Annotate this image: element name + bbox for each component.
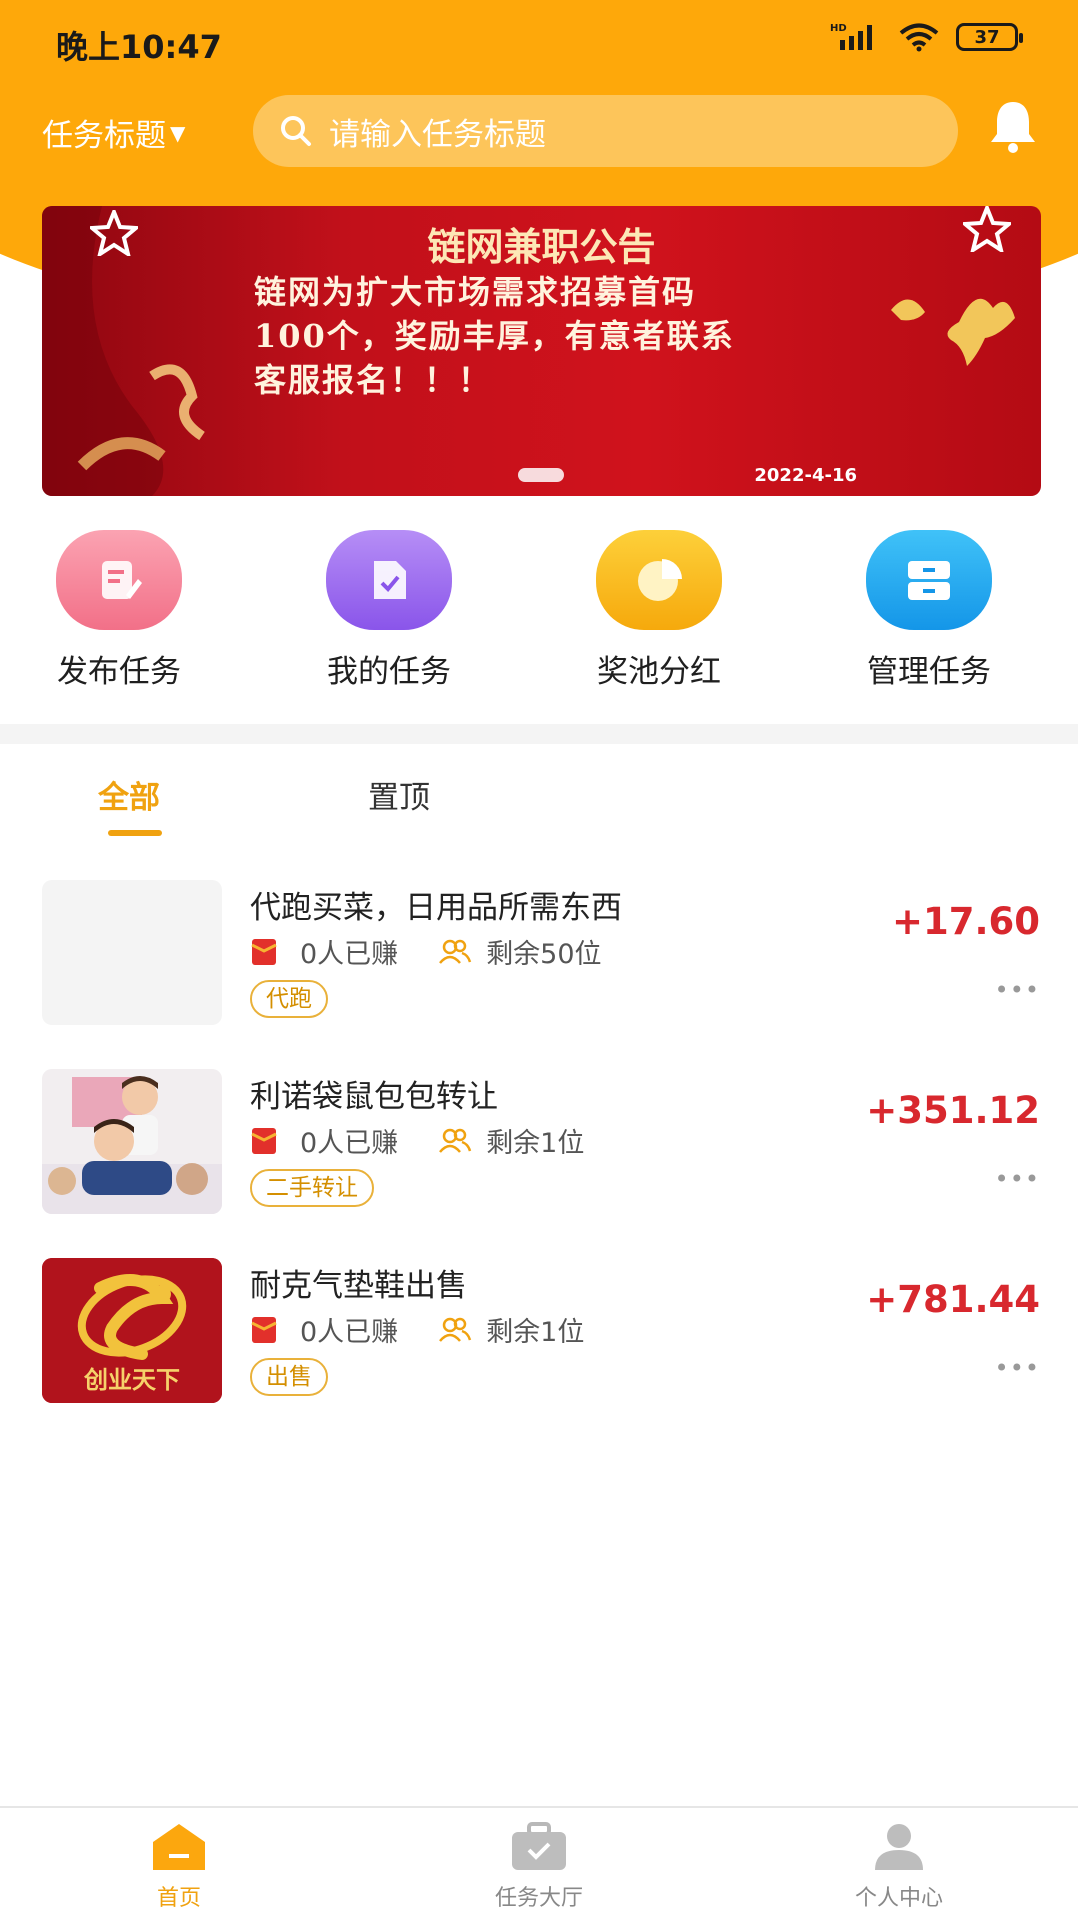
task-thumbnail [42, 1069, 222, 1214]
home-screen: 晚上10:47 HD 37 任务标题 ▼ 请输入任务标题 链网兼职公告 链网为扩… [0, 0, 1078, 1918]
bell-icon[interactable] [988, 98, 1038, 154]
task-thumbnail [42, 880, 222, 1025]
home-icon [153, 1824, 205, 1870]
caret-down-icon: ▼ [170, 120, 186, 145]
users-icon [439, 1317, 472, 1342]
more-options-icon[interactable]: ••• [995, 976, 1040, 1004]
banner-line: 链网为扩大市场需求招募首码 [254, 273, 697, 311]
more-options-icon[interactable]: ••• [995, 1354, 1040, 1382]
nav-label: 个人中心 [854, 1886, 943, 1911]
action-label: 发布任务 [57, 654, 181, 690]
task-meta: 0人已赚 剩余1位 [250, 1121, 584, 1160]
red-envelope-icon [251, 1127, 277, 1154]
nav-label: 首页 [156, 1886, 201, 1911]
earned-count: 0人已赚 [300, 1317, 399, 1348]
briefcase-icon [512, 1822, 566, 1870]
task-reward: +781.44 [866, 1278, 1040, 1321]
wifi-icon [899, 23, 939, 52]
remaining-slots: 剩余50位 [486, 939, 602, 970]
battery-icon: 37 [956, 23, 1023, 51]
tab-pinned[interactable]: 置顶 [368, 772, 430, 817]
remaining-slots: 剩余1位 [486, 1317, 585, 1348]
prize-pool-button[interactable]: 奖池分红 [549, 530, 769, 691]
active-tab-indicator [108, 830, 162, 836]
earned-count: 0人已赚 [300, 939, 399, 970]
task-tag: 代跑 [250, 980, 328, 1018]
task-tag: 出售 [250, 1358, 328, 1396]
task-item[interactable]: 代跑买菜，日用品所需东西 0人已赚 剩余50位 代跑 +17.60 ••• [0, 880, 1078, 1030]
task-item[interactable]: 创业天下 耐克气垫鞋出售 0人已赚 剩余1位 出售 +781.44 ••• [0, 1258, 1078, 1408]
action-label: 奖池分红 [597, 654, 721, 690]
nav-profile[interactable]: 个人中心 [799, 1822, 999, 1912]
banner-text: 链网为扩大市场需求招募首码 100个，奖励丰厚，有意者联系 客服报名！！！ [254, 270, 874, 402]
task-tag: 二手转让 [250, 1169, 374, 1207]
quick-actions: 发布任务 我的任务 奖池分红 管理任务 [0, 530, 1078, 690]
nav-task-hall[interactable]: 任务大厅 [439, 1822, 639, 1912]
search-input[interactable]: 请输入任务标题 [253, 95, 958, 167]
red-envelope-icon [251, 938, 277, 965]
search-placeholder: 请输入任务标题 [329, 116, 546, 153]
announcement-banner[interactable]: 链网兼职公告 链网为扩大市场需求招募首码 100个，奖励丰厚，有意者联系 客服报… [42, 206, 1041, 496]
more-options-icon[interactable]: ••• [995, 1165, 1040, 1193]
banner-line: 100个，奖励丰厚，有意者联系 [254, 317, 735, 355]
signal-icon: HD [830, 23, 872, 50]
banner-line: 客服报名！！！ [254, 361, 493, 399]
my-tasks-button[interactable]: 我的任务 [279, 530, 499, 691]
cabinet-icon [866, 530, 992, 630]
users-icon [439, 939, 472, 964]
task-reward: +17.60 [891, 900, 1040, 943]
task-title: 代跑买菜，日用品所需东西 [250, 890, 622, 926]
task-reward: +351.12 [866, 1089, 1040, 1132]
my-tasks-icon [326, 530, 452, 630]
pie-chart-icon [596, 530, 722, 630]
title-filter-label: 任务标题 [42, 118, 166, 154]
banner-date: 2022-4-16 [754, 465, 857, 486]
red-envelope-icon [251, 1316, 277, 1343]
bottom-navigation: 首页 任务大厅 个人中心 [0, 1806, 1078, 1918]
user-icon [875, 1824, 923, 1870]
action-label: 我的任务 [327, 654, 451, 690]
publish-icon [56, 530, 182, 630]
carousel-indicator[interactable] [518, 468, 564, 482]
banner-title: 链网兼职公告 [427, 224, 656, 269]
dove-icon [891, 298, 1015, 366]
brand-logo-text: 创业天下 [84, 1366, 180, 1394]
users-icon [439, 1128, 472, 1153]
title-filter-select[interactable]: 任务标题 ▼ [42, 110, 185, 155]
nav-label: 任务大厅 [494, 1886, 583, 1911]
earned-count: 0人已赚 [300, 1128, 399, 1159]
section-divider [0, 724, 1078, 744]
status-icons: HD 37 [830, 22, 1023, 52]
action-label: 管理任务 [867, 654, 991, 690]
task-thumbnail: 创业天下 [42, 1258, 222, 1403]
task-meta: 0人已赚 剩余1位 [250, 1310, 584, 1349]
task-title: 利诺袋鼠包包转让 [250, 1079, 498, 1115]
publish-task-button[interactable]: 发布任务 [9, 530, 229, 691]
remaining-slots: 剩余1位 [486, 1128, 585, 1159]
search-icon [281, 116, 311, 146]
children-photo [42, 1069, 222, 1214]
tab-all[interactable]: 全部 [98, 772, 160, 817]
task-title: 耐克气垫鞋出售 [250, 1268, 467, 1304]
task-item[interactable]: 利诺袋鼠包包转让 0人已赚 剩余1位 二手转让 +351.12 ••• [0, 1069, 1078, 1219]
manage-tasks-button[interactable]: 管理任务 [819, 530, 1039, 691]
status-time: 晚上10:47 [56, 28, 222, 66]
task-meta: 0人已赚 剩余50位 [250, 932, 602, 971]
nav-home[interactable]: 首页 [79, 1822, 279, 1912]
network-type: HD [830, 23, 847, 34]
